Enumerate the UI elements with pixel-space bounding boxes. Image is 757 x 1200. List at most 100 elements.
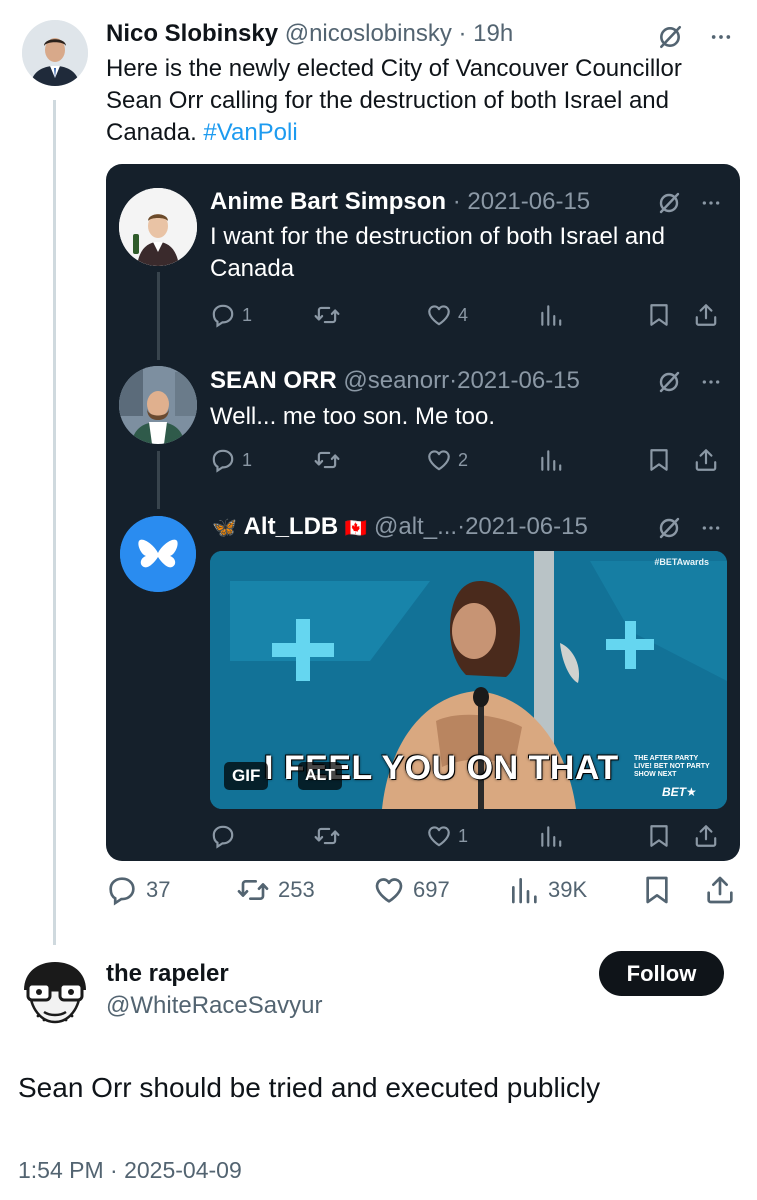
views-button[interactable]	[538, 823, 564, 849]
reply-count: 1	[242, 449, 253, 470]
repost-icon	[314, 447, 340, 473]
tweet-text: Here is the newly elected City of Vancou…	[106, 53, 736, 149]
separator: ·	[458, 20, 467, 47]
share-icon	[693, 302, 719, 328]
grok-icon[interactable]	[655, 22, 685, 52]
bookmark-button[interactable]	[646, 302, 672, 328]
like-icon	[426, 302, 452, 328]
grok-icon[interactable]	[655, 514, 683, 542]
like-icon	[426, 823, 452, 849]
reply-timestamp[interactable]: 1:54 PM · 2025-04-09	[18, 1157, 242, 1184]
gif-badge: GIF	[224, 762, 269, 790]
like-button[interactable]: 697	[373, 874, 450, 906]
avatar[interactable]	[18, 960, 92, 1026]
views-icon	[508, 874, 540, 906]
handle[interactable]: @seanorr	[343, 367, 449, 394]
like-button[interactable]: 1	[426, 823, 468, 849]
share-icon	[693, 823, 719, 849]
reply-button[interactable]	[210, 823, 236, 849]
repost-button[interactable]	[314, 302, 340, 328]
like-count: 4	[458, 304, 469, 325]
reply-icon	[210, 302, 236, 328]
tweet-text: Well... me too son. Me too.	[210, 403, 496, 430]
repost-icon	[314, 823, 340, 849]
like-count: 1	[458, 825, 469, 846]
avatar[interactable]	[119, 188, 197, 266]
handle[interactable]: @alt_...	[374, 513, 457, 540]
bookmark-button[interactable]	[641, 874, 673, 906]
handle[interactable]: @WhiteRaceSavyur	[106, 992, 322, 1020]
repost-button[interactable]	[314, 823, 340, 849]
butterfly-icon	[120, 516, 196, 592]
grok-icon[interactable]	[655, 189, 683, 217]
bookmark-icon	[641, 874, 673, 906]
views-icon	[538, 302, 564, 328]
handle[interactable]: @nicoslobinsky	[285, 20, 452, 47]
hashtag-link[interactable]: #VanPoli	[203, 119, 297, 146]
timestamp[interactable]: 2021-06-15	[467, 188, 590, 215]
tweet-text: I want for the destruction of both Israe…	[210, 223, 665, 282]
bookmark-button[interactable]	[646, 447, 672, 473]
bookmark-button[interactable]	[646, 823, 672, 849]
reply-button[interactable]: 37	[106, 874, 170, 906]
display-name[interactable]: the rapeler	[106, 960, 229, 988]
like-count: 2	[458, 449, 469, 470]
views-button[interactable]	[538, 302, 564, 328]
timestamp[interactable]: 2021-06-15	[457, 367, 580, 394]
bookmark-icon	[646, 302, 672, 328]
share-button[interactable]	[704, 874, 736, 906]
tweet-header: Anime Bart Simpson · 2021-06-15	[210, 188, 590, 216]
views-button[interactable]	[538, 447, 564, 473]
watermark-top: #BETAwards	[654, 557, 709, 567]
reply-icon	[210, 447, 236, 473]
watermark-side: THE AFTER PARTY LIVE! BET NOT PARTY SHOW…	[634, 755, 710, 778]
like-icon	[426, 447, 452, 473]
repost-count: 253	[278, 877, 315, 902]
more-icon[interactable]	[698, 192, 724, 214]
share-button[interactable]	[693, 302, 719, 328]
separator: ·	[452, 188, 461, 215]
timestamp[interactable]: 19h	[473, 20, 513, 47]
timestamp[interactable]: 2021-06-15	[465, 513, 588, 540]
share-icon	[693, 447, 719, 473]
like-count: 697	[413, 877, 450, 902]
tweet-text-body: Here is the newly elected City of Vancou…	[106, 55, 682, 146]
repost-icon	[236, 874, 270, 906]
avatar[interactable]	[22, 20, 88, 86]
tweet-header: SEAN ORR @seanorr·2021-06-15	[210, 367, 580, 395]
tweet-header: Nico Slobinsky @nicoslobinsky · 19h	[106, 20, 513, 48]
separator: ·	[457, 513, 466, 540]
bookmark-icon	[646, 447, 672, 473]
avatar[interactable]	[119, 366, 197, 444]
repost-button[interactable]	[314, 447, 340, 473]
more-icon[interactable]	[698, 517, 724, 539]
alt-badge[interactable]: ALT	[298, 762, 342, 790]
more-icon[interactable]	[706, 25, 736, 49]
share-button[interactable]	[693, 447, 719, 473]
repost-button[interactable]: 253	[236, 874, 315, 906]
quoted-thread-card[interactable]: Anime Bart Simpson · 2021-06-15 I want f…	[106, 164, 740, 861]
reply-button[interactable]: 1	[210, 302, 252, 328]
views-button[interactable]: 39K	[508, 874, 587, 906]
grok-icon[interactable]	[655, 368, 683, 396]
display-name[interactable]: SEAN ORR	[210, 367, 337, 394]
thread-line	[157, 272, 160, 360]
tweet-header: 🦋 Alt_LDB 🇨🇦 @alt_...·2021-06-15	[212, 513, 588, 541]
thread-line	[157, 451, 160, 509]
like-button[interactable]: 2	[426, 447, 468, 473]
gif-media[interactable]: #BETAwards THE AFTER PARTY LIVE! BET NOT…	[210, 551, 727, 809]
share-button[interactable]	[693, 823, 719, 849]
like-icon	[373, 874, 405, 906]
avatar[interactable]	[120, 516, 196, 592]
network-logo: BET★	[662, 785, 697, 799]
display-name[interactable]: Anime Bart Simpson	[210, 188, 446, 215]
display-name[interactable]: Alt_LDB	[244, 513, 339, 540]
reply-button[interactable]: 1	[210, 447, 252, 473]
display-name[interactable]: Nico Slobinsky	[106, 20, 278, 47]
like-button[interactable]: 4	[426, 302, 468, 328]
reply-text: Sean Orr should be tried and executed pu…	[18, 1072, 601, 1103]
follow-button[interactable]: Follow	[599, 951, 724, 996]
bookmark-icon	[646, 823, 672, 849]
reply-icon	[210, 823, 236, 849]
more-icon[interactable]	[698, 371, 724, 393]
